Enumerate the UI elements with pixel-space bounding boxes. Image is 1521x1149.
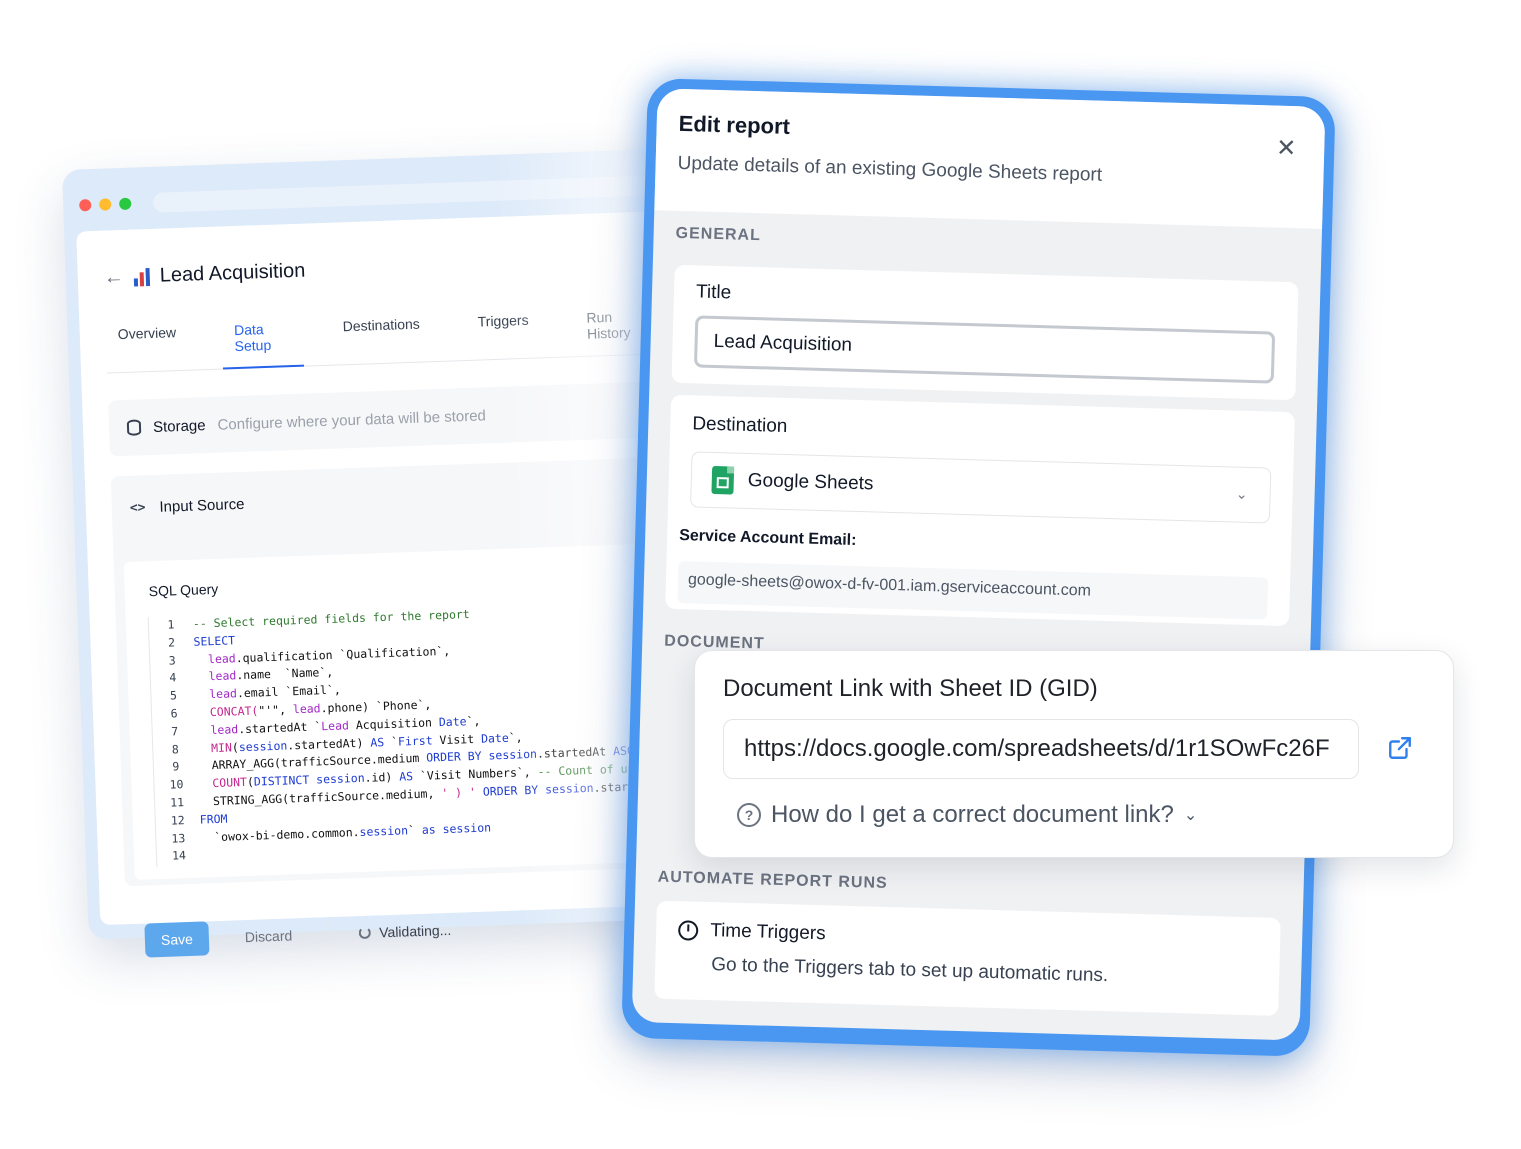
time-triggers-header: Time Triggers [677, 919, 826, 945]
back-arrow-icon[interactable]: ← [103, 266, 124, 290]
page-title: Lead Acquisition [159, 259, 306, 287]
title-label: Title [695, 281, 732, 304]
page-header: ← Lead Acquisition [103, 260, 305, 290]
line-number: 8 [171, 741, 179, 757]
dialog-subtitle: Update details of an existing Google She… [677, 152, 1103, 186]
general-section-title: GENERAL [675, 224, 762, 245]
document-link-card: Document Link with Sheet ID (GID) ? How … [694, 650, 1454, 858]
line-number: 9 [172, 759, 180, 774]
window-controls [79, 197, 132, 212]
tab-data-setup[interactable]: Data Setup [222, 320, 304, 369]
code-icon: <> [129, 500, 146, 516]
help-text: How do I get a correct document link? [771, 801, 1174, 828]
edit-report-dialog-frame: Edit report Update details of an existin… [621, 78, 1336, 1057]
input-source-header[interactable]: <> Input Source [130, 496, 245, 517]
line-number: 14 [171, 848, 187, 863]
document-link-input[interactable] [723, 719, 1359, 779]
chevron-down-icon: ⌄ [1183, 807, 1198, 824]
time-triggers-title: Time Triggers [709, 920, 826, 945]
sql-code: FROM [199, 811, 228, 827]
line-number: 1 [167, 617, 175, 632]
minimize-window-button[interactable] [99, 198, 112, 211]
close-icon[interactable]: ✕ [1276, 134, 1297, 164]
tab-overview[interactable]: Overview [105, 323, 195, 372]
chevron-down-icon: ⌄ [1235, 485, 1248, 502]
bar-chart-icon [133, 267, 151, 287]
service-account-value: google-sheets@owox-d-fv-001.iam.gservice… [677, 561, 1269, 620]
validation-status-text: Validating... [378, 921, 452, 941]
tab-triggers[interactable]: Triggers [465, 311, 547, 360]
maximize-window-button[interactable] [119, 197, 132, 211]
service-account-label: Service Account Email: [678, 527, 857, 549]
document-link-label: Document Link with Sheet ID (GID) [723, 675, 1098, 702]
edit-report-dialog: Edit report Update details of an existin… [631, 88, 1326, 1041]
storage-section[interactable]: Storage Configure where your data will b… [108, 378, 730, 457]
destination-value: Google Sheets [747, 469, 874, 495]
destination-label: Destination [692, 413, 788, 438]
sql-query-label: SQL Query [148, 580, 219, 600]
time-triggers-card: Time Triggers Go to the Triggers tab to … [654, 900, 1281, 1016]
line-number: 11 [169, 795, 185, 810]
spinner-icon [358, 926, 372, 940]
tab-bar: Overview Data Setup Destinations Trigger… [105, 306, 687, 374]
database-icon [126, 419, 142, 436]
close-window-button[interactable] [79, 199, 92, 212]
line-number: 15 [157, 865, 202, 867]
line-number: 6 [170, 706, 178, 721]
discard-button[interactable]: Discard [238, 926, 298, 946]
title-card: Title [671, 264, 1299, 401]
divider [327, 922, 330, 947]
time-triggers-description: Go to the Triggers tab to set up automat… [710, 954, 1109, 987]
line-number: 7 [170, 724, 179, 739]
line-number: 13 [171, 830, 186, 846]
question-icon: ? [737, 803, 761, 827]
line-number: 2 [167, 635, 176, 650]
action-bar: Save Discard Validating... [144, 913, 452, 958]
tab-destinations[interactable]: Destinations [330, 315, 439, 365]
line-number: 5 [169, 688, 178, 703]
storage-description: Configure where your data will be stored [217, 406, 487, 434]
storage-label: Storage [152, 416, 206, 436]
automate-section-title: AUTOMATE REPORT RUNS [657, 868, 888, 893]
line-number: 10 [169, 777, 184, 792]
destination-select[interactable]: Google Sheets ⌄ [690, 451, 1272, 524]
destination-card: Destination Google Sheets ⌄ Service Acco… [665, 394, 1295, 627]
dialog-header: Edit report Update details of an existin… [654, 88, 1326, 229]
input-source-label: Input Source [159, 495, 245, 516]
line-number: 4 [169, 670, 177, 685]
document-link-help[interactable]: ? How do I get a correct document link? … [737, 801, 1197, 829]
dialog-title: Edit report [678, 110, 791, 139]
external-link-icon[interactable] [1387, 735, 1413, 761]
line-number: 12 [170, 812, 185, 828]
validation-status: Validating... [358, 921, 452, 941]
timer-icon [677, 920, 699, 941]
sql-code: SELECT [193, 633, 236, 649]
google-sheets-icon [711, 465, 735, 495]
title-input[interactable] [693, 315, 1276, 384]
save-button[interactable]: Save [144, 921, 210, 958]
line-number: 3 [168, 652, 176, 668]
